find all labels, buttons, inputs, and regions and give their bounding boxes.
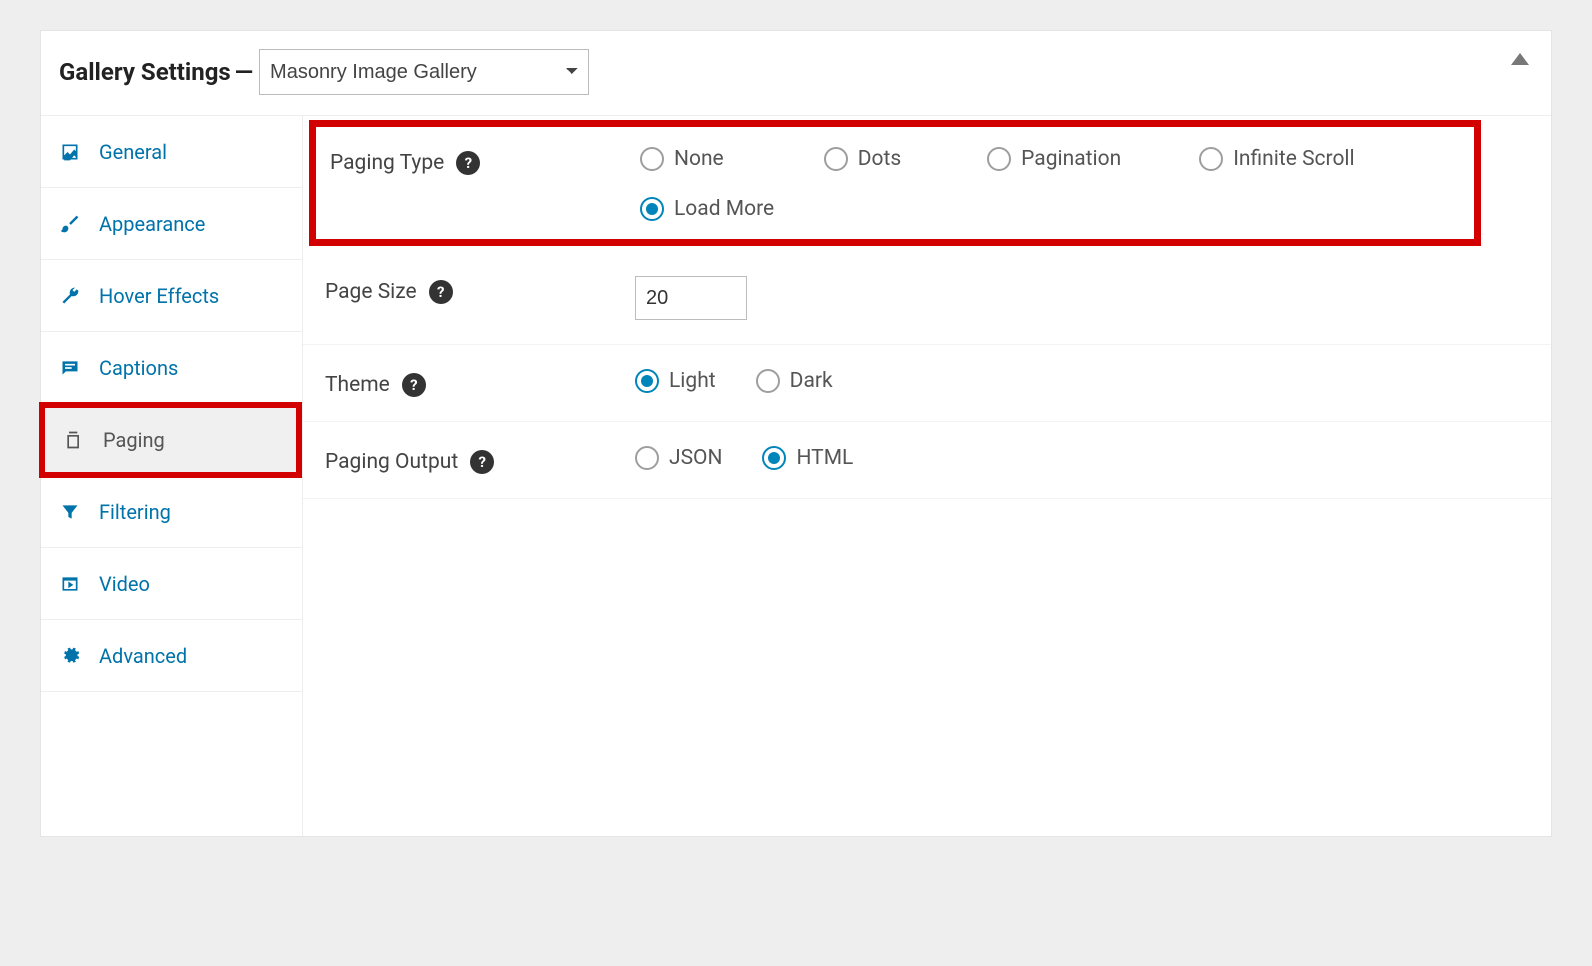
gear-icon [59,646,81,666]
help-icon[interactable]: ? [429,280,453,304]
radio-paging-pagination[interactable]: Pagination [987,147,1121,171]
row-paging-type: Paging Type ? None Dots Pagination Infin… [309,120,1481,246]
image-icon [59,142,81,162]
row-label: Paging Type ? [330,147,640,175]
paging-type-options: None Dots Pagination Infinite Scroll Loa… [640,147,1460,221]
sidebar-item-appearance[interactable]: Appearance [41,188,302,260]
radio-output-html[interactable]: HTML [762,446,853,470]
gallery-settings-panel: Gallery Settings — Masonry Image Gallery… [40,30,1552,837]
radio-paging-loadmore[interactable]: Load More [640,197,1460,221]
paging-output-options: JSON HTML [635,446,1529,470]
sidebar-item-paging[interactable]: Paging [39,402,302,478]
row-label: Theme ? [325,369,635,397]
sidebar-item-label: Captions [99,356,178,380]
brush-icon [59,214,81,234]
help-icon[interactable]: ? [470,450,494,474]
sidebar-item-label: Video [99,572,150,596]
radio-paging-dots[interactable]: Dots [824,147,901,171]
row-label: Page Size ? [325,276,635,304]
row-theme: Theme ? Light Dark [303,345,1551,422]
video-icon [59,574,81,594]
sidebar-item-advanced[interactable]: Advanced [41,620,302,692]
radio-theme-light[interactable]: Light [635,369,716,393]
pages-icon [63,430,85,450]
sidebar-item-label: Advanced [99,644,187,668]
settings-content: Paging Type ? None Dots Pagination Infin… [303,116,1551,836]
collapse-toggle-icon[interactable] [1511,53,1529,65]
theme-options: Light Dark [635,369,1529,393]
panel-header: Gallery Settings — Masonry Image Gallery [41,31,1551,116]
sidebar-item-label: Paging [103,428,165,452]
sidebar-item-label: Appearance [99,212,205,236]
sidebar-item-label: Filtering [99,500,171,524]
caption-icon [59,358,81,378]
sidebar-item-hover-effects[interactable]: Hover Effects [41,260,302,332]
settings-sidebar: General Appearance Hover Effects Caption… [41,116,303,836]
radio-paging-infinite[interactable]: Infinite Scroll [1199,147,1354,171]
page-size-controls [635,276,1529,320]
panel-title: Gallery Settings [59,58,231,86]
radio-paging-none[interactable]: None [640,147,724,171]
row-page-size: Page Size ? [303,252,1551,345]
page-size-input[interactable] [635,276,747,320]
panel-body: General Appearance Hover Effects Caption… [41,116,1551,836]
sidebar-item-label: General [99,140,167,164]
sidebar-item-video[interactable]: Video [41,548,302,620]
gallery-type-select[interactable]: Masonry Image Gallery [259,49,589,95]
radio-theme-dark[interactable]: Dark [756,369,833,393]
row-label: Paging Output ? [325,446,635,474]
radio-output-json[interactable]: JSON [635,446,722,470]
help-icon[interactable]: ? [402,373,426,397]
sidebar-item-label: Hover Effects [99,284,219,308]
sidebar-item-filtering[interactable]: Filtering [41,476,302,548]
sidebar-item-captions[interactable]: Captions [41,332,302,404]
row-paging-output: Paging Output ? JSON HTML [303,422,1551,499]
wrench-icon [59,286,81,306]
help-icon[interactable]: ? [456,151,480,175]
filter-icon [59,502,81,522]
sidebar-item-general[interactable]: General [41,116,302,188]
title-dash: — [235,58,253,86]
